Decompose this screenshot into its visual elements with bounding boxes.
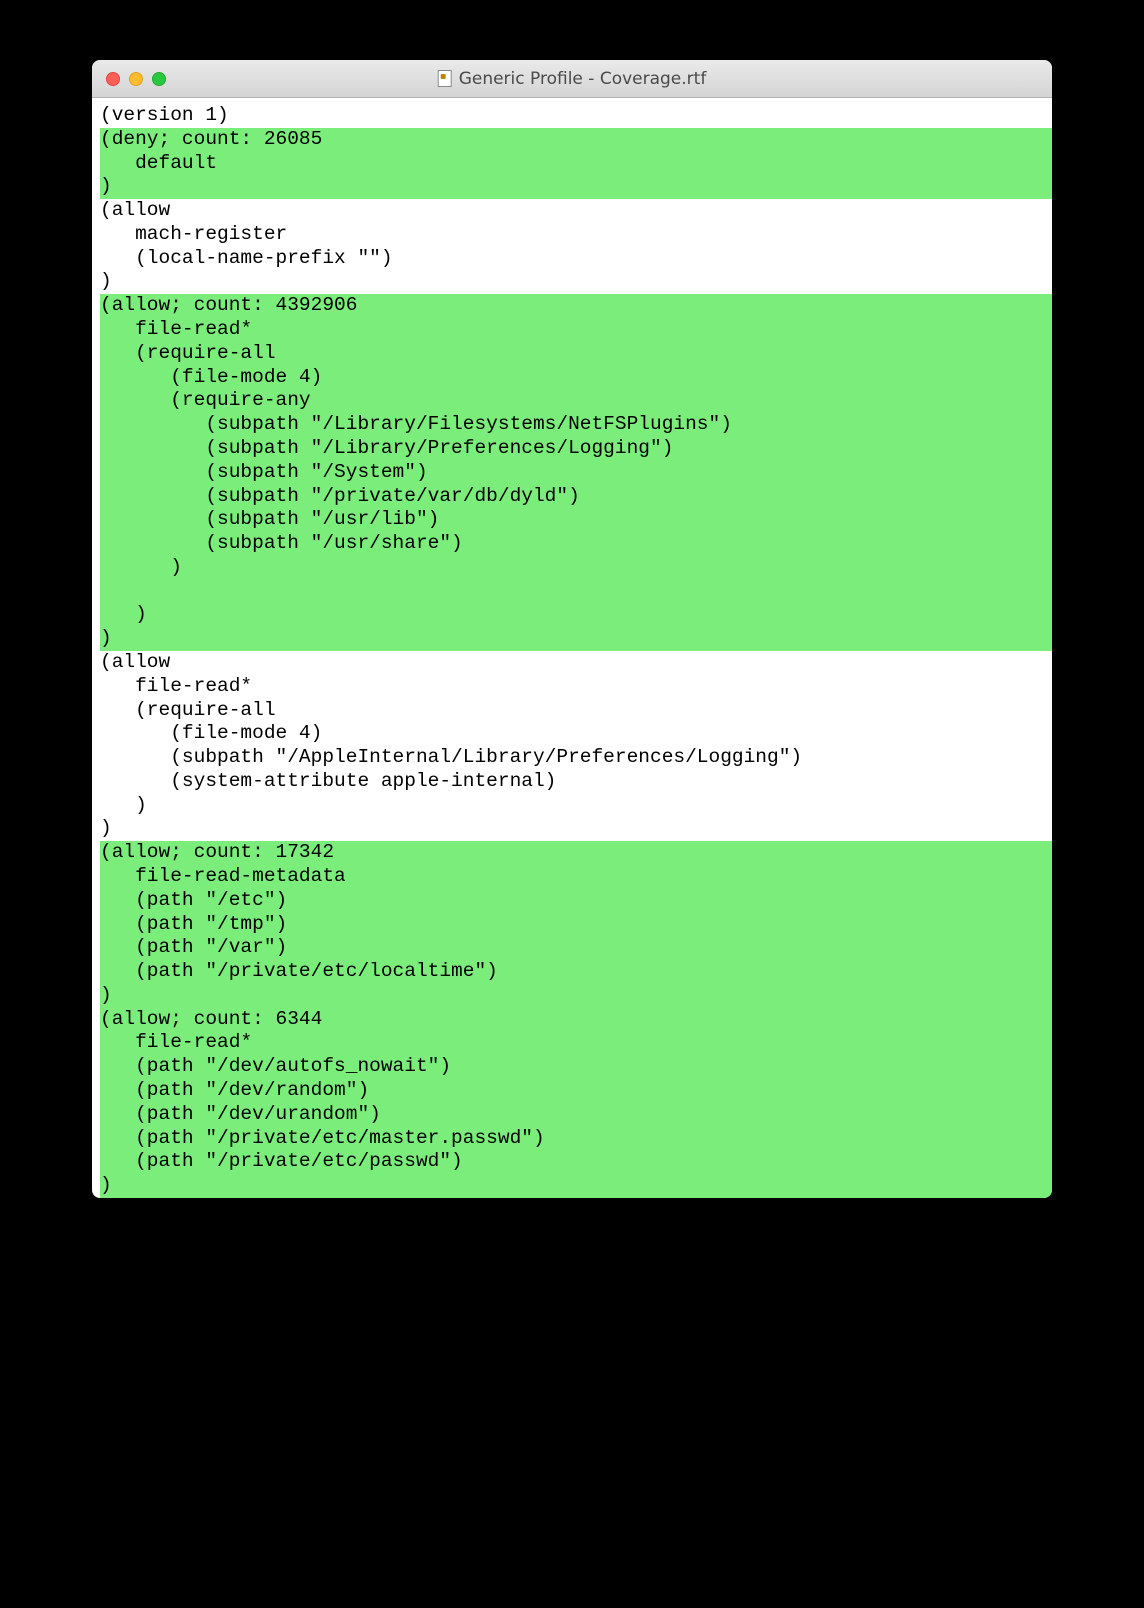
document-window: Generic Profile - Coverage.rtf (version …	[92, 60, 1052, 1198]
window-title-container: Generic Profile - Coverage.rtf	[438, 69, 707, 89]
code-block-highlighted: (allow; count: 6344 file-read* (path "/d…	[100, 1008, 1052, 1198]
code-block: (allow file-read* (require-all (file-mod…	[100, 651, 1052, 841]
traffic-lights	[92, 72, 166, 86]
code-block-highlighted: (allow; count: 4392906 file-read* (requi…	[100, 294, 1052, 651]
code-block-highlighted: (allow; count: 17342 file-read-metadata …	[100, 841, 1052, 1007]
code-block: (version 1)	[100, 104, 1052, 128]
minimize-button[interactable]	[129, 72, 143, 86]
document-icon	[438, 70, 452, 87]
maximize-button[interactable]	[152, 72, 166, 86]
close-button[interactable]	[106, 72, 120, 86]
titlebar[interactable]: Generic Profile - Coverage.rtf	[92, 60, 1052, 98]
window-title: Generic Profile - Coverage.rtf	[459, 69, 707, 89]
code-block-highlighted: (deny; count: 26085 default )	[100, 128, 1052, 199]
document-content[interactable]: (version 1)(deny; count: 26085 default )…	[92, 98, 1052, 1198]
code-block: (allow mach-register (local-name-prefix …	[100, 199, 1052, 294]
